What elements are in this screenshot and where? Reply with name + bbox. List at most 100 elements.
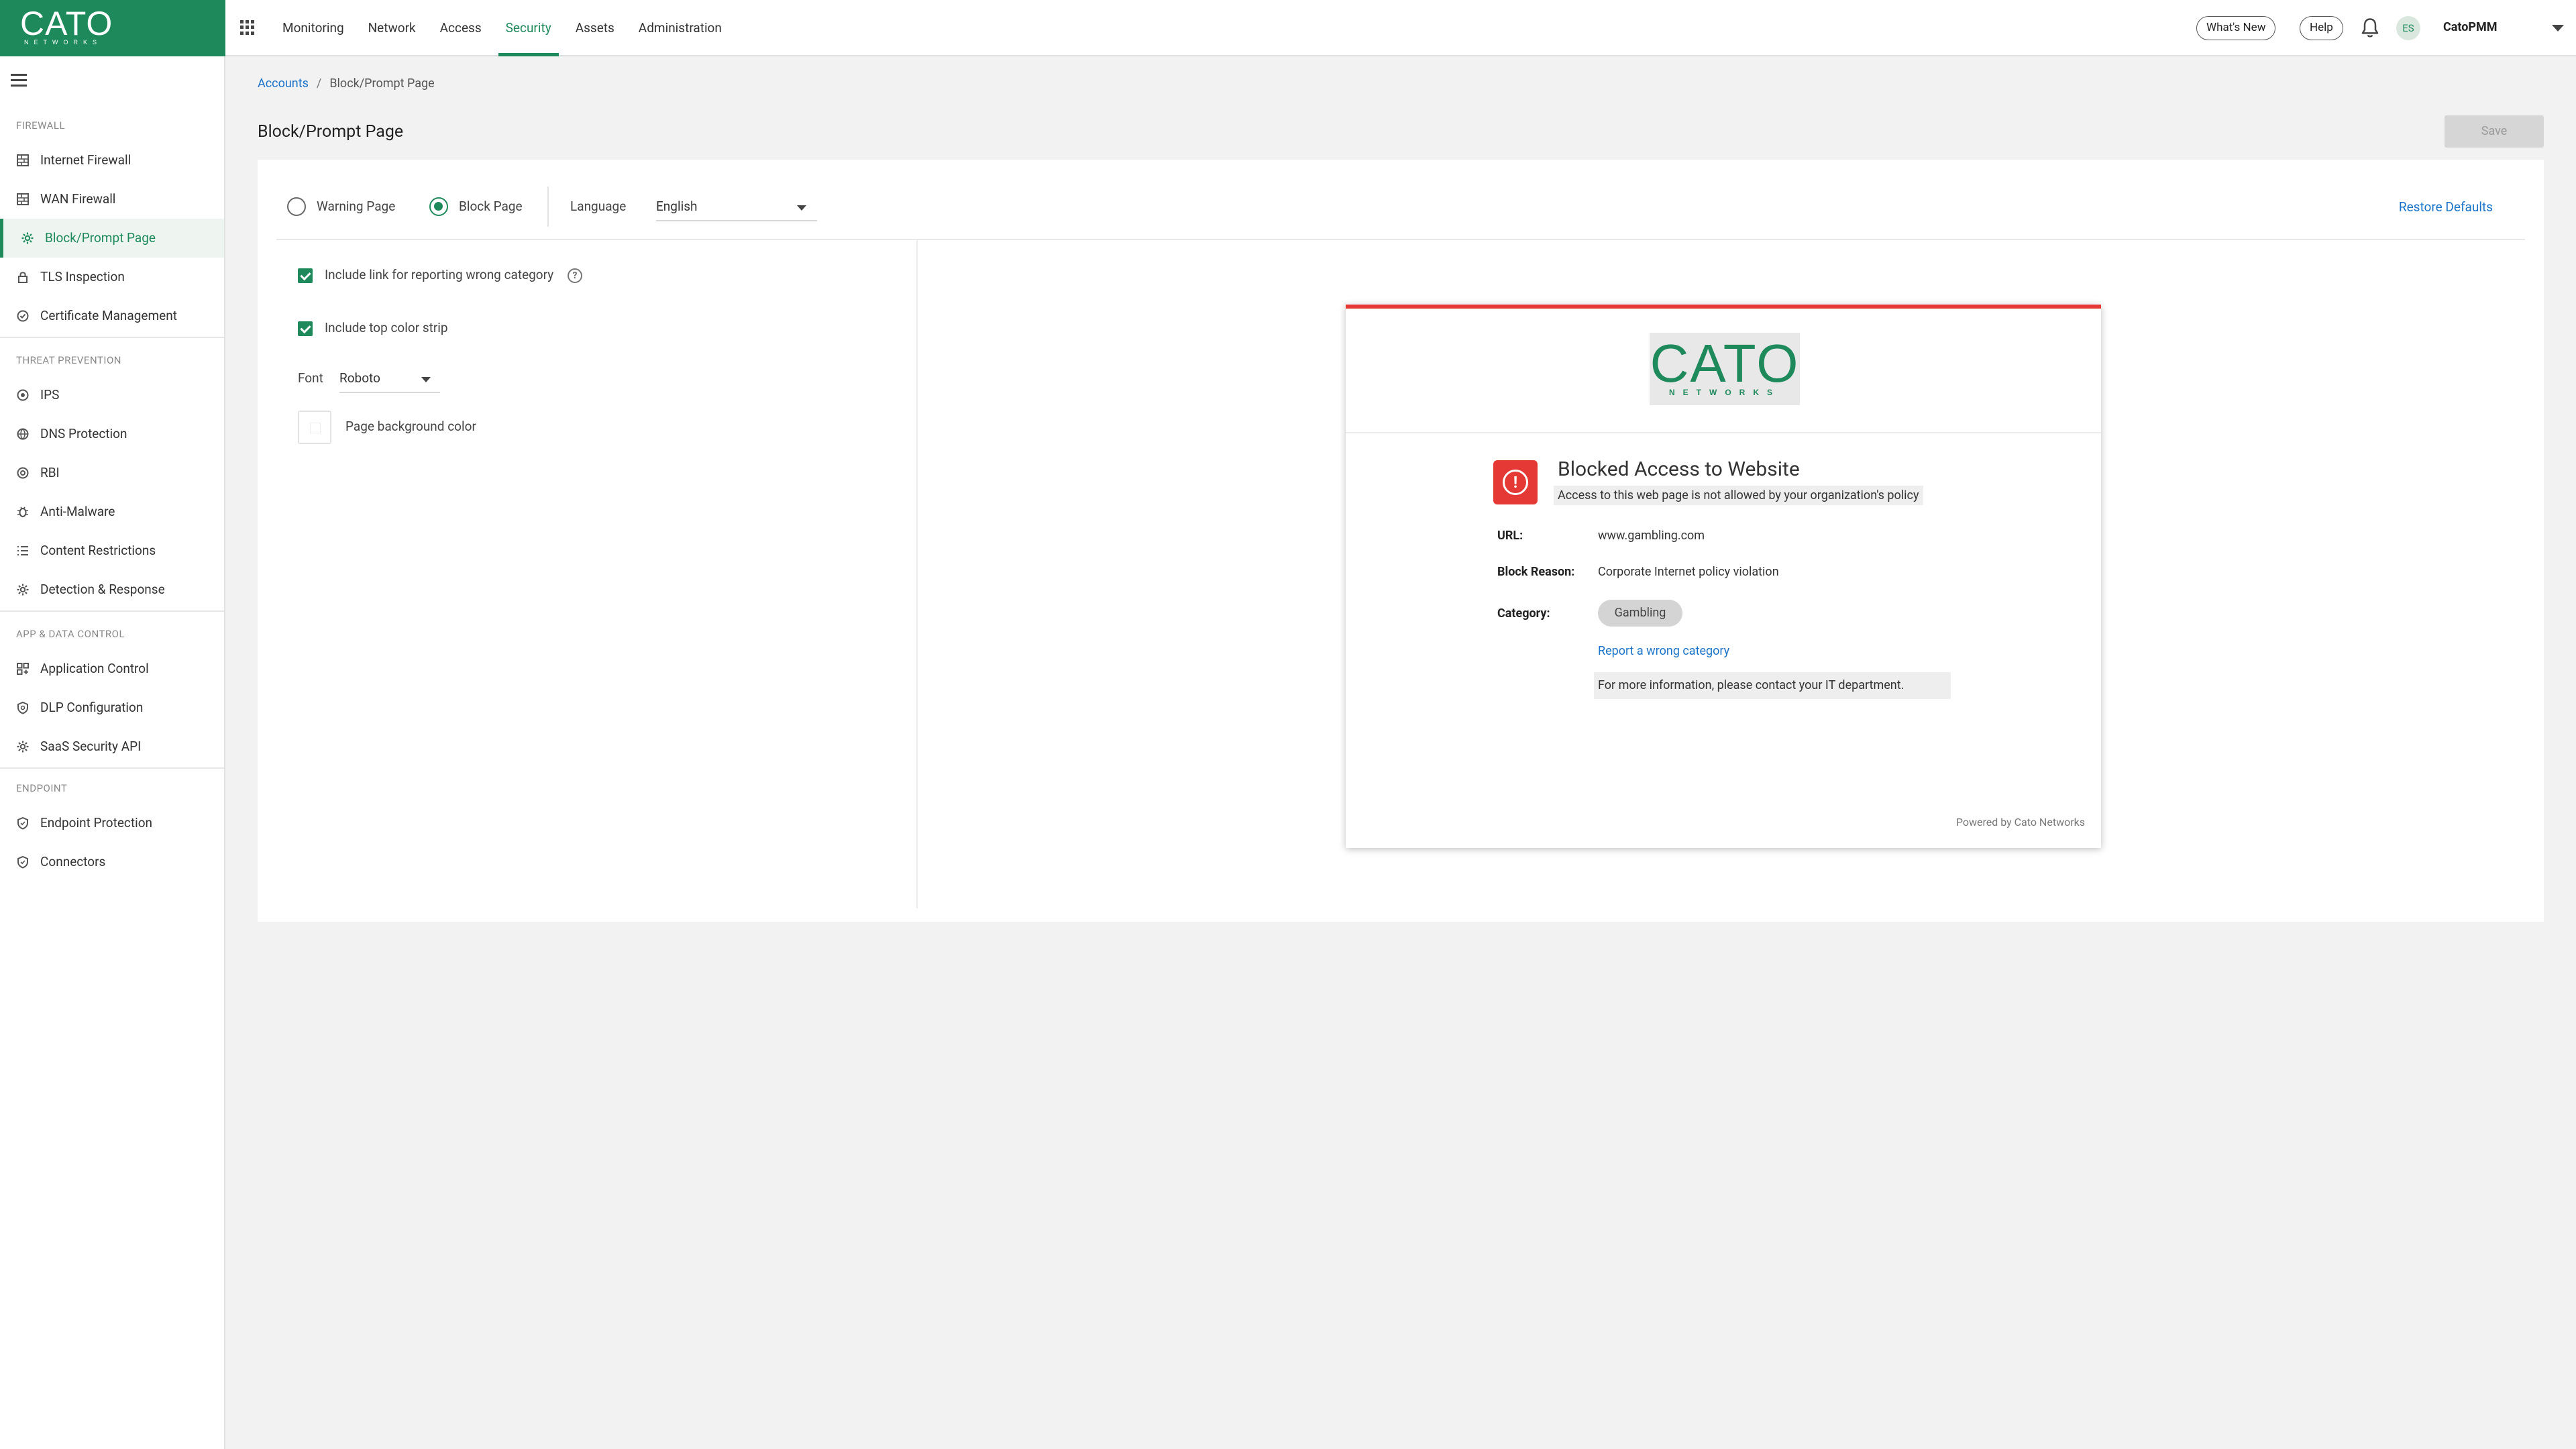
preview-divider: [1346, 432, 2101, 433]
sidebar-item-detection-response[interactable]: Detection & Response: [0, 570, 224, 609]
sidebar-item-label: TLS Inspection: [40, 269, 125, 284]
chevron-down-icon[interactable]: [2552, 25, 2564, 32]
top-bar: CATO NETWORKS Monitoring Network Access …: [0, 0, 2576, 56]
column-divider: [916, 240, 918, 908]
sidebar-item-saas-security-api[interactable]: SaaS Security API: [0, 727, 224, 766]
sidebar-item-label: SaaS Security API: [40, 739, 142, 754]
sidebar-section-firewall: FIREWALL: [16, 119, 66, 131]
chevron-down-icon: [421, 377, 431, 382]
block-page-radio[interactable]: [429, 197, 448, 216]
warning-page-label[interactable]: Warning Page: [317, 199, 395, 214]
apps-icon: [17, 663, 29, 675]
include-report-link-checkbox[interactable]: [298, 268, 313, 283]
preview-logo-text: CATO: [1650, 333, 1800, 393]
sidebar-item-ips[interactable]: IPS: [0, 376, 224, 415]
nav-administration[interactable]: Administration: [631, 0, 729, 56]
cato-logo[interactable]: CATO NETWORKS: [0, 0, 225, 56]
sidebar-item-label: Application Control: [40, 661, 149, 676]
nav-security[interactable]: Security: [498, 0, 559, 56]
sidebar-item-connectors[interactable]: Connectors: [0, 843, 224, 881]
sidebar-item-wan-firewall[interactable]: WAN Firewall: [0, 180, 224, 219]
include-color-strip-label[interactable]: Include top color strip: [325, 320, 448, 335]
language-label: Language: [570, 199, 627, 214]
block-reason-label: Block Reason:: [1497, 565, 1575, 579]
breadcrumb-accounts-link[interactable]: Accounts: [258, 76, 309, 91]
top-nav: Monitoring Network Access Security Asset…: [275, 0, 739, 56]
background-color-picker[interactable]: [298, 411, 331, 444]
firewall-icon: [17, 193, 29, 205]
contact-info: For more information, please contact you…: [1594, 672, 1951, 699]
apps-grid-icon[interactable]: [240, 20, 255, 35]
shield-icon: [17, 701, 28, 714]
sidebar-item-rbi[interactable]: RBI: [0, 453, 224, 492]
sidebar-item-anti-malware[interactable]: Anti-Malware: [0, 492, 224, 531]
sidebar-item-dns-protection[interactable]: DNS Protection: [0, 415, 224, 453]
sidebar-item-application-control[interactable]: Application Control: [0, 649, 224, 688]
lock-icon: [18, 272, 28, 283]
font-select[interactable]: Roboto: [339, 364, 440, 393]
sidebar-item-endpoint-protection[interactable]: Endpoint Protection: [0, 804, 224, 843]
sidebar-divider: [0, 767, 224, 769]
category-badge: Gambling: [1598, 600, 1682, 627]
save-button[interactable]: Save: [2445, 115, 2544, 148]
sidebar-item-label: DNS Protection: [40, 426, 127, 441]
logo-text: CATO: [20, 5, 113, 42]
page-title: Block/Prompt Page: [258, 122, 404, 142]
sidebar-divider: [0, 337, 224, 338]
target-icon: [17, 389, 29, 401]
avatar[interactable]: ES: [2396, 16, 2420, 40]
sidebar-section-app-data-control: APP & DATA CONTROL: [16, 628, 125, 640]
shield-icon: [17, 855, 28, 869]
sidebar-section-endpoint: ENDPOINT: [16, 782, 68, 794]
nav-network[interactable]: Network: [361, 0, 423, 56]
sidebar-item-label: Internet Firewall: [40, 152, 131, 168]
help-button[interactable]: Help: [2300, 16, 2343, 40]
restore-defaults-link[interactable]: Restore Defaults: [2399, 199, 2493, 215]
sidebar-item-label: Connectors: [40, 854, 106, 869]
font-value: Roboto: [339, 370, 380, 386]
background-color-label: Page background color: [345, 419, 476, 434]
alert-icon: !: [1493, 460, 1538, 504]
nav-access[interactable]: Access: [433, 0, 489, 56]
exclamation-icon: !: [1503, 470, 1528, 495]
shield-icon: [17, 816, 28, 830]
nav-monitoring[interactable]: Monitoring: [275, 0, 352, 56]
list-icon: [17, 546, 28, 555]
nav-assets[interactable]: Assets: [568, 0, 622, 56]
language-select[interactable]: English: [656, 192, 817, 221]
block-page-label[interactable]: Block Page: [459, 199, 523, 214]
options-separator: [547, 186, 549, 227]
font-label: Font: [298, 370, 323, 386]
account-name[interactable]: CatoPMM: [2443, 20, 2498, 34]
sidebar-item-dlp-configuration[interactable]: DLP Configuration: [0, 688, 224, 727]
url-label: URL:: [1497, 529, 1523, 543]
globe-icon: [17, 428, 29, 440]
preview-logo: CATO NETWORKS: [1650, 333, 1800, 405]
target-icon: [17, 467, 29, 479]
report-wrong-category-link[interactable]: Report a wrong category: [1598, 644, 1729, 658]
bell-icon[interactable]: [2360, 17, 2380, 39]
sidebar-item-label: Content Restrictions: [40, 543, 156, 558]
sidebar-item-label: RBI: [40, 465, 60, 480]
warning-page-radio[interactable]: [287, 197, 306, 216]
sidebar: FIREWALL Internet Firewall WAN Firewall …: [0, 56, 225, 1449]
include-color-strip-checkbox[interactable]: [298, 321, 313, 336]
whats-new-button[interactable]: What's New: [2196, 16, 2276, 40]
sidebar-section-threat-prevention: THREAT PREVENTION: [16, 354, 121, 366]
help-icon[interactable]: ?: [568, 268, 582, 283]
sidebar-item-tls-inspection[interactable]: TLS Inspection: [0, 258, 224, 297]
menu-icon[interactable]: [11, 74, 27, 87]
sidebar-item-internet-firewall[interactable]: Internet Firewall: [0, 141, 224, 180]
sidebar-item-label: DLP Configuration: [40, 700, 144, 715]
breadcrumb-separator: /: [316, 76, 322, 91]
firewall-icon: [17, 154, 29, 166]
preview-logo-subtext: NETWORKS: [1669, 388, 1780, 397]
chevron-down-icon: [797, 205, 806, 211]
sidebar-item-block-prompt-page[interactable]: Block/Prompt Page: [0, 219, 224, 258]
sidebar-item-label: Anti-Malware: [40, 504, 115, 519]
sidebar-item-content-restrictions[interactable]: Content Restrictions: [0, 531, 224, 570]
sidebar-item-certificate-management[interactable]: Certificate Management: [0, 297, 224, 335]
include-report-link-label[interactable]: Include link for reporting wrong categor…: [325, 267, 553, 282]
block-reason-value: Corporate Internet policy violation: [1598, 565, 1779, 579]
gear-icon: [17, 741, 29, 753]
